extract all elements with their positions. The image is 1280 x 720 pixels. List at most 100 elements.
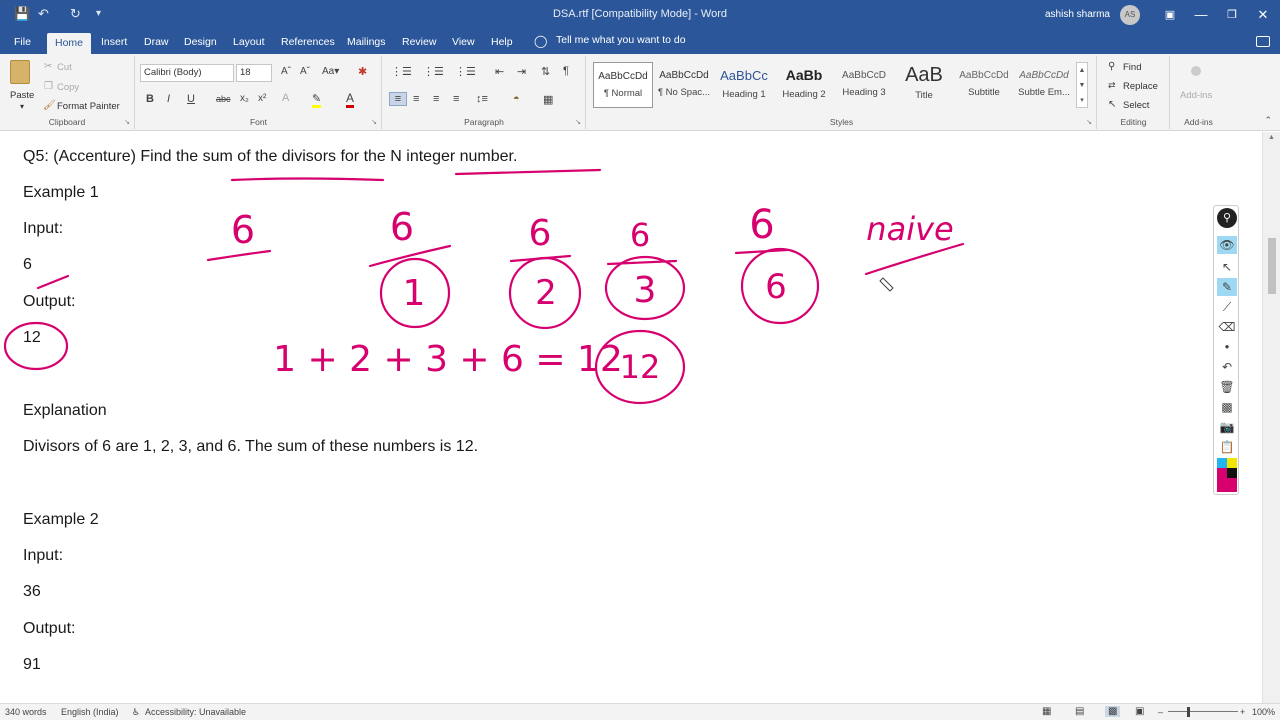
select-button[interactable]: Select xyxy=(1123,100,1149,111)
paragraph-launcher-icon[interactable]: ↘ xyxy=(575,118,581,126)
undo-ink-icon[interactable]: ↶ xyxy=(1217,358,1237,376)
pen-logo-icon[interactable]: ⚲ xyxy=(1217,208,1237,228)
tab-references[interactable]: References xyxy=(281,34,335,54)
tab-home[interactable]: Home xyxy=(47,33,92,54)
pointer-icon[interactable]: ↖ xyxy=(1217,258,1237,276)
tab-mailings[interactable]: Mailings xyxy=(347,34,386,54)
pilcrow-icon[interactable]: ¶ xyxy=(563,65,569,77)
scrollbar-thumb[interactable] xyxy=(1268,238,1276,294)
color-black-swatch[interactable] xyxy=(1227,468,1237,478)
tab-review[interactable]: Review xyxy=(402,34,436,54)
ribbon-display-options-icon[interactable]: ▣ xyxy=(1155,4,1185,26)
word-count[interactable]: 340 words xyxy=(5,707,47,717)
bullets-icon[interactable]: ⋮☰ xyxy=(391,65,412,78)
scroll-up-icon[interactable]: ▲ xyxy=(1268,134,1275,141)
zoom-out-icon[interactable]: – xyxy=(1158,707,1163,717)
user-name[interactable]: ashish sharma xyxy=(1045,9,1110,20)
tab-help[interactable]: Help xyxy=(491,34,513,54)
color-cyan-swatch[interactable] xyxy=(1217,458,1227,468)
copy-button[interactable]: Copy xyxy=(57,82,79,93)
align-right-icon[interactable]: ≡ xyxy=(433,93,439,105)
font-name-box[interactable]: Calibri (Body) xyxy=(140,64,234,82)
decrease-indent-icon[interactable]: ⇤ xyxy=(495,65,504,78)
line-spacing-icon[interactable]: ↕≡ xyxy=(476,93,488,105)
change-case-icon[interactable]: Aa▾ xyxy=(322,66,339,77)
styles-scroll-control[interactable]: ▲ ▼ ▾ xyxy=(1076,62,1088,108)
zoom-slider[interactable] xyxy=(1168,711,1238,712)
collapse-ribbon-icon[interactable]: ⌃ xyxy=(1264,115,1272,126)
strikethrough-icon[interactable]: abc xyxy=(216,94,231,104)
format-painter-button[interactable]: Format Painter xyxy=(57,101,120,112)
camera-icon[interactable]: 📷 xyxy=(1217,418,1237,436)
underline-icon[interactable]: U xyxy=(187,93,195,105)
paste-dropdown-icon[interactable]: ▾ xyxy=(20,102,24,111)
style-no-spacing[interactable]: AaBbCcDd ¶ No Spac... xyxy=(654,62,714,108)
font-size-box[interactable]: 18 xyxy=(236,64,272,82)
zoom-slider-thumb[interactable] xyxy=(1187,707,1190,717)
replace-button[interactable]: Replace xyxy=(1123,81,1158,92)
color-magenta-swatch[interactable] xyxy=(1217,468,1227,478)
tab-design[interactable]: Design xyxy=(184,34,217,54)
style-heading-1[interactable]: AaBbCc Heading 1 xyxy=(714,62,774,108)
web-layout-icon[interactable]: ▣ xyxy=(1135,706,1144,717)
font-color-icon[interactable]: A xyxy=(346,91,355,108)
read-mode-icon[interactable]: ▤ xyxy=(1075,706,1084,717)
shrink-font-icon[interactable]: Aˇ xyxy=(300,66,310,77)
close-icon[interactable]: ✕ xyxy=(1248,4,1278,26)
line-icon[interactable]: ⟋ xyxy=(1217,298,1237,316)
tab-view[interactable]: View xyxy=(452,34,475,54)
font-launcher-icon[interactable]: ↘ xyxy=(371,118,377,126)
clipboard-icon[interactable]: 📋 xyxy=(1217,438,1237,456)
bold-icon[interactable]: B xyxy=(146,93,154,105)
highlight-icon[interactable]: ✎ xyxy=(312,92,322,108)
tab-draw[interactable]: Draw xyxy=(144,34,169,54)
dot-icon[interactable]: ● xyxy=(1217,338,1237,356)
avatar[interactable]: AS xyxy=(1120,5,1140,25)
zoom-in-icon[interactable]: + xyxy=(1240,707,1245,717)
clipboard-launcher-icon[interactable]: ↘ xyxy=(124,118,130,126)
shading-icon[interactable]: ◓ xyxy=(513,93,520,105)
color-yellow-swatch[interactable] xyxy=(1227,458,1237,468)
align-left-icon[interactable]: ≡ xyxy=(389,92,407,106)
whiteboard-icon[interactable]: ▩ xyxy=(1217,398,1237,416)
clear-formatting-icon[interactable]: ✱ xyxy=(358,65,367,78)
minimize-icon[interactable]: — xyxy=(1186,4,1216,26)
grow-font-icon[interactable]: Aˆ xyxy=(281,66,291,77)
eye-icon[interactable]: 👁 xyxy=(1217,236,1237,254)
pen-icon[interactable]: ✎ xyxy=(1217,278,1237,296)
italic-icon[interactable]: I xyxy=(167,93,170,105)
tab-insert[interactable]: Insert xyxy=(101,34,127,54)
justify-icon[interactable]: ≡ xyxy=(453,93,459,105)
style-title[interactable]: AaB Title xyxy=(894,62,954,108)
superscript-icon[interactable]: x² xyxy=(258,93,266,104)
restore-icon[interactable]: ❐ xyxy=(1217,4,1247,26)
borders-icon[interactable]: ▦ xyxy=(543,93,553,106)
tab-layout[interactable]: Layout xyxy=(233,34,265,54)
style-normal[interactable]: AaBbCcDd ¶ Normal xyxy=(593,62,653,108)
subscript-icon[interactable]: x₂ xyxy=(240,93,249,104)
addins-button[interactable]: Add-ins xyxy=(1180,90,1212,101)
tab-file[interactable]: File xyxy=(14,34,31,54)
style-heading-3[interactable]: AaBbCcD Heading 3 xyxy=(834,62,894,108)
align-center-icon[interactable]: ≡ xyxy=(413,93,419,105)
find-button[interactable]: Find xyxy=(1123,62,1141,73)
numbering-icon[interactable]: ⋮☰ xyxy=(423,65,444,78)
sort-icon[interactable]: ⇅ xyxy=(541,65,550,78)
tell-me-search[interactable]: Tell me what you want to do xyxy=(556,34,686,46)
text-effects-icon[interactable]: A xyxy=(282,92,289,104)
zoom-level[interactable]: 100% xyxy=(1252,707,1275,717)
multilevel-list-icon[interactable]: ⋮☰ xyxy=(455,65,476,78)
paste-icon[interactable] xyxy=(10,60,30,84)
document-page[interactable]: Q5: (Accenture) Find the sum of the divi… xyxy=(0,132,1262,703)
eraser-icon[interactable]: ⌫ xyxy=(1217,318,1237,336)
comments-icon[interactable] xyxy=(1256,36,1270,47)
trash-icon[interactable]: 🗑 xyxy=(1217,378,1237,396)
focus-mode-icon[interactable]: ▦ xyxy=(1042,706,1051,717)
accessibility-status[interactable]: Accessibility: Unavailable xyxy=(145,707,246,717)
language-indicator[interactable]: English (India) xyxy=(61,707,119,717)
style-subtle-emphasis[interactable]: AaBbCcDd Subtle Em... xyxy=(1014,62,1074,108)
current-color-swatch[interactable] xyxy=(1217,478,1237,492)
increase-indent-icon[interactable]: ⇥ xyxy=(517,65,526,78)
style-subtitle[interactable]: AaBbCcDd Subtitle xyxy=(954,62,1014,108)
print-layout-icon[interactable]: ▩ xyxy=(1105,706,1121,717)
